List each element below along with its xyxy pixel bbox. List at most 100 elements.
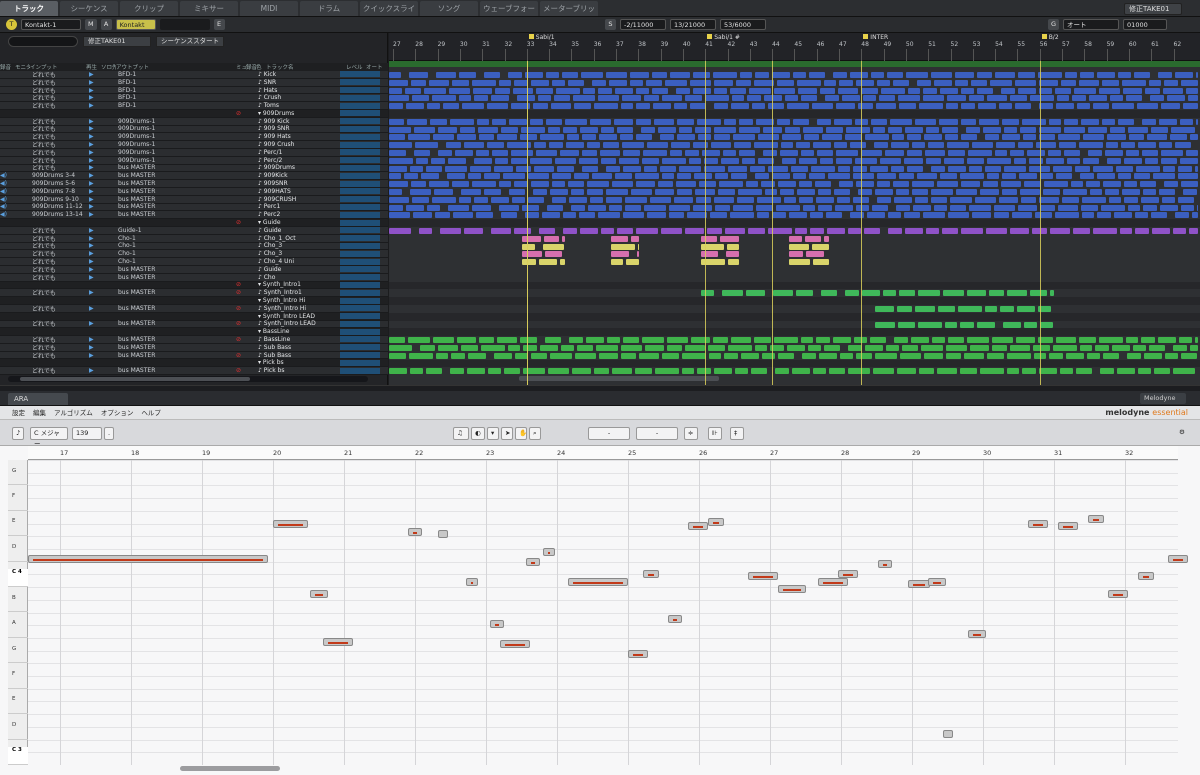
audio-clip[interactable] [838, 165, 850, 172]
track-row[interactable]: どれでも ▶ bus MASTER ⊘ ♪ Pick bs [0, 367, 388, 375]
audio-clip[interactable] [1014, 157, 1026, 164]
audio-clip[interactable] [478, 126, 498, 133]
audio-clip[interactable] [635, 173, 659, 180]
track-lane[interactable] [389, 165, 1200, 173]
section-marker[interactable]: Sabi/1 # [707, 34, 740, 41]
audio-clip[interactable] [948, 212, 969, 219]
audio-clip[interactable] [925, 150, 945, 156]
audio-clip[interactable] [540, 345, 558, 351]
audio-clip[interactable] [1195, 337, 1198, 344]
audio-clip[interactable] [904, 157, 923, 164]
audio-clip[interactable] [896, 189, 909, 195]
play-icon[interactable]: ▶ [86, 211, 116, 218]
audio-clip[interactable] [1116, 165, 1133, 172]
section-marker[interactable]: B/2 [1042, 34, 1059, 41]
audio-clip[interactable] [433, 337, 454, 344]
audio-clip[interactable] [522, 259, 536, 266]
audio-clip[interactable] [1018, 87, 1036, 94]
audio-clip[interactable] [940, 173, 957, 180]
audio-clip[interactable] [1004, 126, 1017, 133]
audio-clip[interactable] [598, 87, 612, 94]
audio-clip[interactable] [652, 87, 668, 94]
track-input[interactable]: 909Drums 13-14 [30, 211, 86, 218]
audio-clip[interactable] [492, 150, 508, 156]
track-row[interactable]: ◀) 909Drums 9-10 ▶ bus MASTER ♪ 909CRUSH [0, 196, 388, 204]
audio-clip[interactable] [611, 235, 628, 242]
audio-clip[interactable] [621, 103, 633, 110]
audio-clip[interactable] [590, 196, 603, 203]
audio-clip[interactable] [528, 173, 549, 180]
audio-clip[interactable] [1080, 345, 1092, 351]
audio-clip[interactable] [512, 196, 525, 203]
audio-clip[interactable] [817, 118, 831, 125]
audio-clip[interactable] [931, 196, 947, 203]
audio-clip[interactable] [836, 103, 855, 110]
audio-clip[interactable] [617, 228, 633, 234]
audio-clip[interactable] [697, 368, 711, 375]
audio-clip[interactable] [793, 173, 806, 180]
audio-clip[interactable] [924, 134, 942, 141]
audio-clip[interactable] [774, 337, 798, 344]
audio-clip[interactable] [826, 212, 842, 219]
audio-clip[interactable] [1165, 352, 1178, 359]
track-lane[interactable] [389, 211, 1200, 219]
audio-clip[interactable] [409, 72, 428, 78]
audio-clip[interactable] [1030, 290, 1047, 297]
tab-5[interactable]: ドラム [300, 1, 358, 16]
audio-clip[interactable] [968, 150, 992, 156]
audio-clip[interactable] [621, 352, 636, 359]
track-lane[interactable] [389, 102, 1200, 110]
audio-clip[interactable] [938, 306, 955, 312]
audio-clip[interactable] [1190, 134, 1198, 141]
audio-clip[interactable] [408, 134, 430, 141]
audio-clip[interactable] [734, 142, 751, 149]
track-lane[interactable] [389, 266, 1200, 274]
audio-clip[interactable] [824, 345, 840, 351]
audio-clip[interactable] [1089, 95, 1107, 102]
audio-clip[interactable] [798, 87, 817, 94]
audio-clip[interactable] [549, 142, 563, 149]
track-name[interactable]: ♪ Pick bs [256, 367, 336, 374]
audio-clip[interactable] [867, 212, 885, 219]
track-output[interactable]: bus MASTER [116, 211, 236, 218]
piano-key[interactable]: E [8, 518, 28, 537]
audio-clip[interactable] [540, 134, 564, 141]
audio-clip[interactable] [1002, 189, 1017, 195]
audio-clip[interactable] [926, 126, 939, 133]
audio-clip[interactable] [781, 142, 793, 149]
audio-clip[interactable] [817, 150, 833, 156]
tab-6[interactable]: クイックスライプ [360, 1, 418, 28]
audio-clip[interactable] [534, 142, 546, 149]
audio-clip[interactable] [592, 173, 612, 180]
audio-clip[interactable] [644, 204, 666, 211]
audio-clip[interactable] [977, 87, 993, 94]
audio-clip[interactable] [582, 134, 596, 141]
audio-clip[interactable] [967, 337, 989, 344]
audio-clip[interactable] [730, 87, 746, 94]
track-lane[interactable] [389, 289, 1200, 297]
audio-clip[interactable] [1143, 189, 1156, 195]
audio-clip[interactable] [846, 126, 870, 133]
audio-clip[interactable] [528, 196, 544, 203]
audio-clip[interactable] [1002, 118, 1019, 125]
audio-clip[interactable] [887, 72, 903, 78]
audio-clip[interactable] [1105, 150, 1123, 156]
audio-clip[interactable] [1101, 204, 1125, 211]
track-lane[interactable] [389, 180, 1200, 188]
audio-clip[interactable] [677, 189, 692, 195]
audio-clip[interactable] [587, 181, 609, 188]
audio-clip[interactable] [747, 95, 761, 102]
piano-key[interactable]: C 3 [8, 747, 28, 765]
audio-clip[interactable] [1086, 181, 1100, 188]
audio-clip[interactable] [662, 173, 674, 180]
audio-clip[interactable] [1002, 134, 1020, 141]
audio-clip[interactable] [864, 228, 880, 234]
audio-clip[interactable] [389, 118, 404, 125]
audio-clip[interactable] [424, 87, 446, 94]
play-icon[interactable]: ▶ [86, 87, 116, 94]
track-row[interactable]: ◀) 909Drums 7-8 ▶ bus MASTER ♪ 909HATS [0, 188, 388, 196]
audio-clip[interactable] [533, 103, 548, 110]
play-icon[interactable]: ▶ [86, 336, 116, 343]
audio-clip[interactable] [822, 134, 842, 141]
audio-clip[interactable] [990, 79, 1012, 86]
